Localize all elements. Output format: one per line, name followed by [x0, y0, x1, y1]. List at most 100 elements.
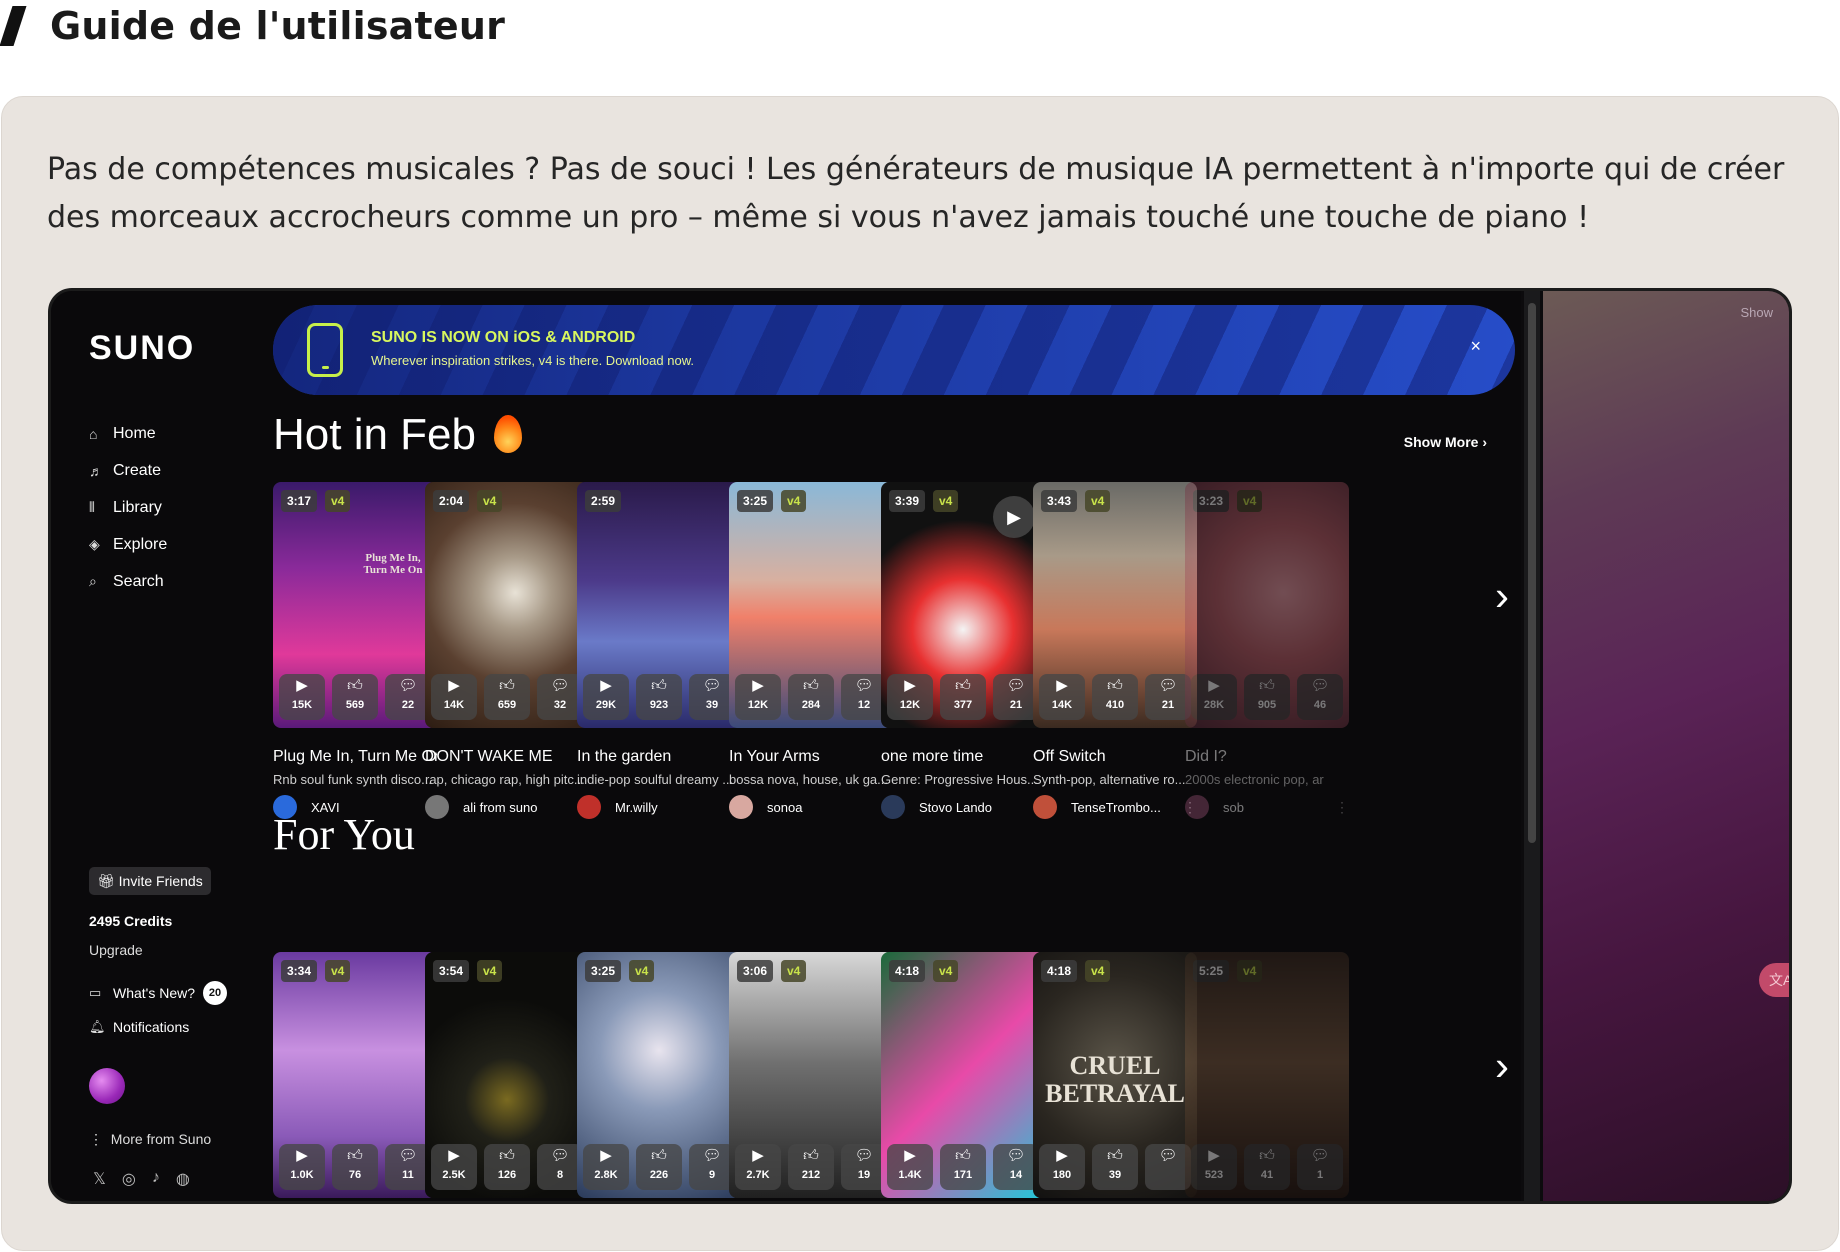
play-stat[interactable]: ▶ 28K: [1191, 674, 1237, 720]
track-title[interactable]: In Your Arms: [729, 748, 893, 766]
track-cover[interactable]: 3:39 v4 ▶ ▶ 12K 👍︎ 377 💬︎ 21: [881, 482, 1045, 728]
scrollbar[interactable]: [1524, 291, 1540, 1201]
thumbs-up-stat[interactable]: 👍︎ 39: [1092, 1144, 1138, 1190]
next-arrow-icon[interactable]: ›: [1495, 572, 1515, 620]
play-stat[interactable]: ▶ 2.8K: [583, 1144, 629, 1190]
play-stat[interactable]: ▶ 15K: [279, 674, 325, 720]
track-title[interactable]: Plug Me In, Turn Me On: [273, 748, 437, 766]
play-overlay-icon[interactable]: ▶: [993, 496, 1035, 538]
track-card[interactable]: 3:06 v4 ▶ 2.7K 👍︎ 212 💬︎ 19: [729, 952, 893, 1198]
more-options-icon[interactable]: ⋮: [1335, 799, 1349, 816]
thumbs-up-stat[interactable]: 👍︎ 923: [636, 674, 682, 720]
author-name[interactable]: Stovo Lando: [919, 800, 992, 815]
author-avatar[interactable]: [1033, 795, 1057, 819]
track-cover[interactable]: 3:34 v4 ▶ 1.0K 👍︎ 76 💬︎ 11: [273, 952, 437, 1198]
translate-icon[interactable]: 文A: [1759, 963, 1789, 997]
thumbs-up-stat[interactable]: 👍︎ 659: [484, 674, 530, 720]
play-stat[interactable]: ▶ 523: [1191, 1144, 1237, 1190]
sidebar-item-home[interactable]: ⌂ Home: [89, 415, 167, 452]
track-title[interactable]: one more time: [881, 748, 1045, 766]
thumbs-up-stat[interactable]: 👍︎ 377: [940, 674, 986, 720]
track-card[interactable]: 3:43 v4 ▶ 14K 👍︎ 410 💬︎ 21 Off Switch Synth-pop, …: [1033, 482, 1197, 819]
thumbs-up-stat[interactable]: 👍︎ 171: [940, 1144, 986, 1190]
author-avatar[interactable]: [881, 795, 905, 819]
comment-stat[interactable]: 💬︎ 46: [1297, 674, 1343, 720]
play-stat[interactable]: ▶ 2.7K: [735, 1144, 781, 1190]
track-card[interactable]: 3:17 v4 Plug Me In, Turn Me On ▶ 15K 👍︎ 569 💬︎ 2…: [273, 482, 437, 819]
track-card[interactable]: 2:59 ▶ 29K 👍︎ 923 💬︎ 39 In the garden indie-pop …: [577, 482, 741, 819]
track-author[interactable]: TenseTrombo...⋮: [1033, 795, 1197, 819]
track-cover[interactable]: 2:59 ▶ 29K 👍︎ 923 💬︎ 39: [577, 482, 741, 728]
track-cover[interactable]: 3:06 v4 ▶ 2.7K 👍︎ 212 💬︎ 19: [729, 952, 893, 1198]
sidebar-item-library[interactable]: ⫴ Library: [89, 489, 167, 526]
instagram-icon[interactable]: ◎: [122, 1169, 136, 1189]
track-card[interactable]: 3:54 v4 ▶ 2.5K 👍︎ 126 💬︎ 8: [425, 952, 589, 1198]
author-avatar[interactable]: [577, 795, 601, 819]
thumbs-up-stat[interactable]: 👍︎ 569: [332, 674, 378, 720]
thumbs-up-stat[interactable]: 👍︎ 410: [1092, 674, 1138, 720]
more-from-suno-link[interactable]: ⋮ More from Suno: [89, 1131, 211, 1148]
upgrade-link[interactable]: Upgrade: [89, 942, 143, 958]
notifications-link[interactable]: 🔔︎ Notifications: [89, 1019, 189, 1035]
author-avatar[interactable]: [729, 795, 753, 819]
thumbs-up-stat[interactable]: 👍︎ 212: [788, 1144, 834, 1190]
thumbs-up-stat[interactable]: 👍︎ 76: [332, 1144, 378, 1190]
scroll-thumb[interactable]: [1528, 303, 1536, 843]
track-cover[interactable]: 3:54 v4 ▶ 2.5K 👍︎ 126 💬︎ 8: [425, 952, 589, 1198]
track-author[interactable]: Stovo Lando⋮: [881, 795, 1045, 819]
author-name[interactable]: sonoa: [767, 800, 802, 815]
track-title[interactable]: In the garden: [577, 748, 741, 766]
track-cover[interactable]: 2:04 v4 ▶ 14K 👍︎ 659 💬︎ 32: [425, 482, 589, 728]
track-card[interactable]: 4:18 v4 CRUEL BETRAYAL ▶ 180 👍︎ 39 💬︎: [1033, 952, 1197, 1198]
track-cover[interactable]: 5:25 v4 ▶ 523 👍︎ 41 💬︎ 1: [1185, 952, 1349, 1198]
track-title[interactable]: Off Switch: [1033, 748, 1197, 766]
author-avatar[interactable]: [425, 795, 449, 819]
track-cover[interactable]: 3:43 v4 ▶ 14K 👍︎ 410 💬︎ 21: [1033, 482, 1197, 728]
sidebar-item-search[interactable]: ⌕ Search: [89, 563, 167, 600]
suno-logo[interactable]: SUNO: [89, 329, 195, 368]
play-stat[interactable]: ▶ 1.0K: [279, 1144, 325, 1190]
invite-friends-button[interactable]: 🎁︎ Invite Friends: [89, 867, 211, 895]
track-card[interactable]: 5:25 v4 ▶ 523 👍︎ 41 💬︎ 1: [1185, 952, 1349, 1198]
thumbs-up-stat[interactable]: 👍︎ 284: [788, 674, 834, 720]
sidebar-item-create[interactable]: ♬ Create: [89, 452, 167, 489]
x-icon[interactable]: 𝕏: [93, 1169, 106, 1189]
user-avatar[interactable]: [89, 1068, 125, 1104]
play-stat[interactable]: ▶ 14K: [1039, 674, 1085, 720]
track-cover[interactable]: 3:17 v4 Plug Me In, Turn Me On ▶ 15K 👍︎ 569 💬︎ 2…: [273, 482, 437, 728]
track-card[interactable]: 3:23 v4 ▶ 28K 👍︎ 905 💬︎ 46 Did I? 2000s electroni…: [1185, 482, 1349, 819]
track-cover[interactable]: 4:18 v4 ▶ 1.4K 👍︎ 171 💬︎ 14: [881, 952, 1045, 1198]
play-stat[interactable]: ▶ 180: [1039, 1144, 1085, 1190]
track-cover[interactable]: 3:25 v4 ▶ 12K 👍︎ 284 💬︎ 12: [729, 482, 893, 728]
track-card[interactable]: 3:25 v4 ▶ 12K 👍︎ 284 💬︎ 12 In Your Arms bossa nov…: [729, 482, 893, 819]
track-title[interactable]: Did I?: [1185, 748, 1349, 766]
show-more-link[interactable]: Show More ›: [1404, 434, 1487, 450]
thumbs-up-stat[interactable]: 👍︎ 41: [1244, 1144, 1290, 1190]
author-name[interactable]: sob: [1223, 800, 1244, 815]
track-card[interactable]: 3:39 v4 ▶ ▶ 12K 👍︎ 377 💬︎ 21 one more time Genre: …: [881, 482, 1045, 819]
author-avatar[interactable]: [1185, 795, 1209, 819]
play-stat[interactable]: ▶ 29K: [583, 674, 629, 720]
play-stat[interactable]: ▶ 14K: [431, 674, 477, 720]
close-icon[interactable]: ×: [1470, 336, 1481, 357]
play-stat[interactable]: ▶ 12K: [735, 674, 781, 720]
app-download-banner[interactable]: SUNO IS NOW ON iOS & ANDROID Wherever in…: [273, 305, 1515, 395]
track-author[interactable]: Mr.willy⋮: [577, 795, 741, 819]
track-card[interactable]: 3:25 v4 ▶ 2.8K 👍︎ 226 💬︎ 9: [577, 952, 741, 1198]
track-card[interactable]: 2:04 v4 ▶ 14K 👍︎ 659 💬︎ 32 DON'T WAKE ME rap, chi…: [425, 482, 589, 819]
play-stat[interactable]: ▶ 1.4K: [887, 1144, 933, 1190]
show-panel-button[interactable]: Show: [1740, 305, 1773, 320]
track-title[interactable]: DON'T WAKE ME: [425, 748, 589, 766]
sidebar-item-explore[interactable]: ◈ Explore: [89, 526, 167, 563]
track-author[interactable]: ali from suno⋮: [425, 795, 589, 819]
track-card[interactable]: 4:18 v4 ▶ 1.4K 👍︎ 171 💬︎ 14: [881, 952, 1045, 1198]
author-name[interactable]: TenseTrombo...: [1071, 800, 1161, 815]
play-stat[interactable]: ▶ 2.5K: [431, 1144, 477, 1190]
whats-new-link[interactable]: ▭ What's New? 20: [89, 981, 228, 1005]
author-name[interactable]: ali from suno: [463, 800, 537, 815]
thumbs-up-stat[interactable]: 👍︎ 126: [484, 1144, 530, 1190]
author-name[interactable]: Mr.willy: [615, 800, 658, 815]
track-cover[interactable]: 4:18 v4 CRUEL BETRAYAL ▶ 180 👍︎ 39 💬︎: [1033, 952, 1197, 1198]
track-cover[interactable]: 3:23 v4 ▶ 28K 👍︎ 905 💬︎ 46: [1185, 482, 1349, 728]
discord-icon[interactable]: ◍: [176, 1169, 190, 1189]
